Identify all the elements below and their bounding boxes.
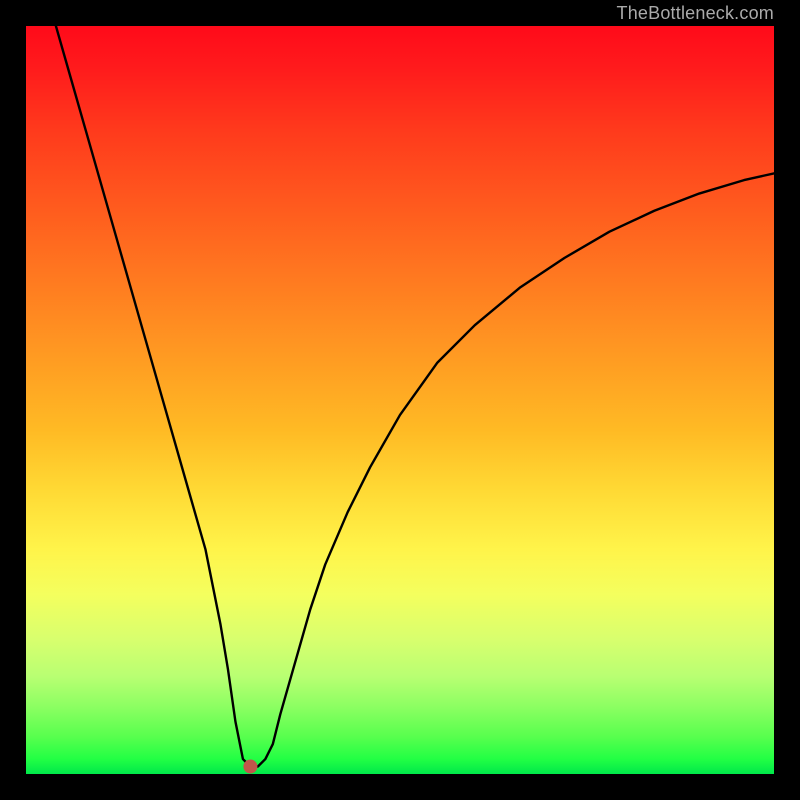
watermark-text: TheBottleneck.com [617,0,774,26]
plot-area [26,26,774,774]
bottleneck-curve [56,26,774,767]
min-point-marker [243,760,257,774]
chart-svg [26,26,774,774]
chart-frame: TheBottleneck.com [0,0,800,800]
